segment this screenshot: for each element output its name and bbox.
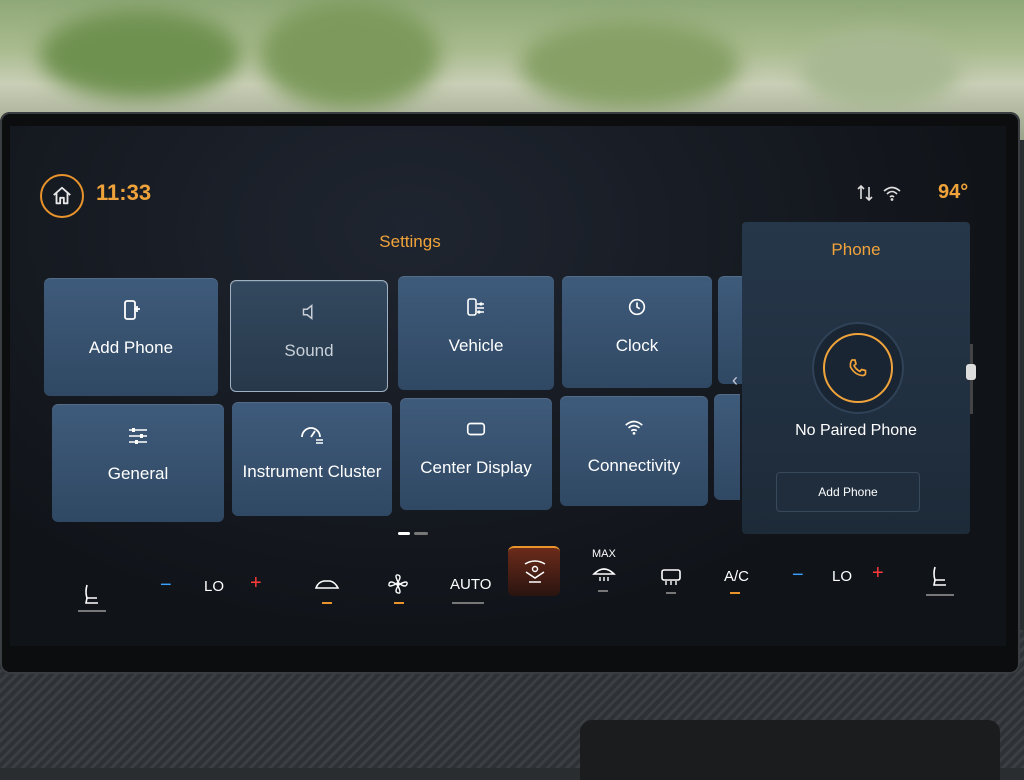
phone-status-text: No Paired Phone [795, 422, 917, 439]
front-defrost-icon [592, 568, 616, 581]
seat-heat-icon [85, 584, 98, 604]
add-phone-button[interactable]: Add Phone [776, 472, 920, 512]
car-recirculation-icon [314, 580, 340, 589]
outside-temperature: 94° [938, 181, 969, 203]
clock-time: 11:33 [96, 180, 152, 205]
signal-transfer-icon [857, 184, 873, 202]
tile-label: Center Display [420, 458, 532, 477]
seat-heat-level-indicator [926, 594, 954, 596]
gauge-icon [301, 427, 323, 444]
tile-add-phone[interactable]: Add Phone [44, 278, 218, 396]
fan-icon [388, 574, 408, 594]
max-defrost-indicator [598, 590, 608, 592]
tile-label: Add Phone [88, 338, 174, 357]
tile-general[interactable]: General [52, 404, 224, 522]
chevron-left-icon[interactable]: ‹ [732, 370, 738, 391]
rear-defrost-indicator [666, 592, 676, 594]
tile-label: General [107, 464, 169, 483]
tile-label: Vehicle [448, 336, 504, 355]
phone-icon [849, 359, 867, 377]
tile-label: Clock [615, 336, 659, 355]
right-seat-heat-button[interactable] [930, 564, 950, 592]
climate-bar: − LO + AUTO MAX A/C − LO + [10, 546, 1006, 646]
windshield-airflow-icon [524, 560, 546, 583]
speaker-icon [302, 304, 313, 320]
ac-indicator [730, 592, 740, 594]
fan-indicator [394, 602, 404, 604]
tile-label: Sound [284, 341, 334, 360]
left-temp-value: LO [204, 578, 225, 595]
left-seat-heat-button[interactable] [82, 582, 102, 610]
recirc-indicator [322, 602, 332, 604]
rear-defrost-button[interactable] [660, 568, 682, 590]
vehicle-settings-icon [467, 298, 484, 316]
tile-instrument-cluster[interactable]: Instrument Cluster [232, 402, 392, 516]
rear-defrost-icon [661, 569, 681, 585]
auto-indicator [452, 602, 484, 604]
phone-panel-title: Phone [831, 240, 881, 259]
tile-center-display[interactable]: Center Display [400, 398, 552, 510]
wifi-icon [625, 420, 643, 435]
fan-speed-button[interactable] [386, 572, 410, 600]
home-icon [53, 186, 71, 205]
left-temp-up-button[interactable]: + [250, 572, 262, 595]
tile-connectivity[interactable]: Connectivity [560, 396, 708, 506]
clock-icon [628, 298, 646, 316]
infotainment-screen: 11:33 94° Settings Add Phone Sound Vehic… [10, 126, 1006, 646]
auto-climate-button[interactable]: AUTO [450, 576, 491, 593]
tile-label: Instrument Cluster [242, 462, 382, 481]
max-defrost-button[interactable] [592, 562, 616, 586]
wifi-status-icon [883, 186, 901, 201]
sliders-icon [129, 428, 147, 444]
phone-panel: Phone No Paired Phone Add Phone [742, 222, 970, 534]
home-button[interactable] [40, 174, 84, 218]
right-temp-value: LO [832, 568, 853, 585]
page-title: Settings [379, 232, 441, 251]
tile-clock[interactable]: Clock [562, 276, 712, 388]
tile-sound[interactable]: Sound [230, 280, 388, 392]
page-indicator [398, 532, 428, 535]
defrost-airflow-button[interactable] [522, 558, 548, 590]
seat-heat-icon [933, 566, 946, 586]
ac-button[interactable]: A/C [724, 568, 749, 585]
left-temp-down-button[interactable]: − [160, 574, 172, 597]
tile-partial[interactable] [714, 394, 740, 500]
max-defrost-label: MAX [592, 548, 616, 560]
display-icon [466, 422, 486, 436]
air-recirculation-button[interactable] [314, 576, 340, 598]
right-temp-down-button[interactable]: − [792, 564, 804, 587]
air-vent [580, 720, 1000, 780]
phone-call-button[interactable] [812, 322, 904, 414]
right-temp-up-button[interactable]: + [872, 562, 884, 585]
status-icons [856, 184, 902, 202]
seat-heat-level-indicator [78, 610, 106, 612]
volume-slider-handle[interactable] [966, 364, 976, 380]
tile-vehicle[interactable]: Vehicle [398, 276, 554, 390]
tile-label: Connectivity [587, 456, 681, 475]
tile-partial[interactable] [718, 276, 742, 384]
add-phone-icon [124, 300, 140, 320]
